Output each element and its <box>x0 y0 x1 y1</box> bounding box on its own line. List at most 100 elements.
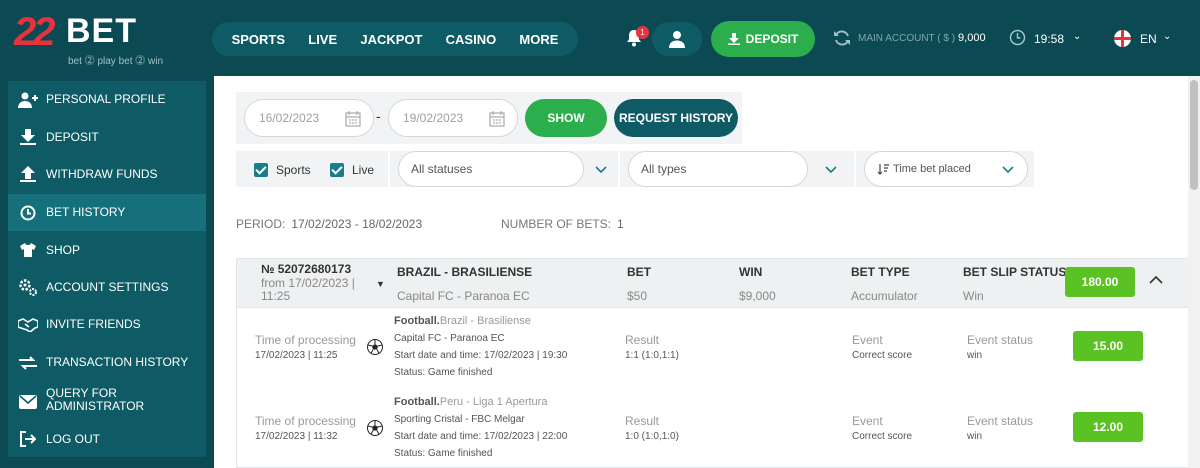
chevron-down-icon[interactable] <box>1002 163 1014 175</box>
sidebar-item-invite-friends[interactable]: INVITE FRIENDS <box>8 306 206 344</box>
status-select[interactable]: All statuses <box>398 151 584 187</box>
user-plus-icon <box>18 90 38 110</box>
match-name: Capital FC - Paranoa EC <box>394 333 505 344</box>
bet-league-label: BRAZIL - BRASILIENSE <box>397 265 533 279</box>
request-history-button[interactable]: REQUEST HISTORY <box>614 99 738 137</box>
current-time[interactable]: 19:58 <box>1034 32 1064 46</box>
logo-number: 22 <box>14 10 55 54</box>
sidebar-item-deposit[interactable]: DEPOSIT <box>8 119 206 156</box>
sidebar-item-label: QUERY FOR ADMINISTRATOR <box>46 386 145 413</box>
show-button[interactable]: SHOW <box>525 99 607 137</box>
bet-match-value: Capital FC - Paranoa EC <box>397 289 530 303</box>
result-value: 1:1 (1:0,1:1) <box>625 350 679 361</box>
event-status-label: Event status <box>967 333 1034 347</box>
clock-icon <box>1009 29 1026 46</box>
sidebar-item-label: BET HISTORY <box>46 205 126 219</box>
chevron-down-icon[interactable] <box>825 163 837 175</box>
league-name: Peru - Liga 1 Apertura <box>439 396 548 408</box>
bet-win-value: $9,000 <box>739 289 776 303</box>
event-odds-badge[interactable]: 15.00 <box>1073 331 1143 361</box>
type-select[interactable]: All types <box>628 151 808 187</box>
date-to-value: 19/02/2023 <box>403 111 464 125</box>
top-header: 22 BET bet ⓶ play bet ⓶ win SPORTS LIVE … <box>0 0 1200 76</box>
sports-checkbox-label[interactable]: Sports <box>276 163 311 177</box>
total-odds-badge[interactable]: 180.00 <box>1065 267 1135 297</box>
date-from-input[interactable]: 16/02/2023 <box>244 99 374 137</box>
nav-sports[interactable]: SPORTS <box>226 32 291 47</box>
logo-tagline: bet ⓶ play bet ⓶ win <box>68 56 164 67</box>
sort-select-wrap: Time bet placed <box>856 151 1034 187</box>
match-name: Sporting Cristal - FBC Melgar <box>394 414 525 425</box>
sidebar-item-label: PERSONAL PROFILE <box>46 92 166 106</box>
event-value: Correct score <box>852 431 913 442</box>
bet-win-label: WIN <box>739 265 763 279</box>
download-icon <box>18 127 38 147</box>
user-icon <box>669 31 685 48</box>
main-nav: SPORTS LIVE JACKPOT CASINO MORE <box>212 22 578 56</box>
sidebar-item-log-out[interactable]: LOG OUT <box>8 421 206 457</box>
league-name: Brazil - Brasiliense <box>439 315 531 327</box>
nav-casino[interactable]: CASINO <box>440 32 503 47</box>
nav-more[interactable]: MORE <box>513 32 564 47</box>
number-of-bets-label: NUMBER OF BETS: <box>501 217 612 231</box>
chevron-down-icon[interactable]: ⌄ <box>1163 31 1171 42</box>
event-label: Event <box>852 333 883 347</box>
sidebar-item-transaction-history[interactable]: TRANSACTION HISTORY <box>8 344 206 381</box>
logo-word: BET <box>66 12 137 50</box>
start-time: Start date and time: 17/02/2023 | 19:30 <box>394 350 568 361</box>
result-label: Result <box>625 333 660 347</box>
main-account-label: MAIN ACCOUNT ( $ ) <box>858 33 956 44</box>
main-account[interactable]: MAIN ACCOUNT ( $ ) 9,000 <box>858 32 986 44</box>
chevron-down-icon[interactable]: ⌄ <box>1073 31 1081 42</box>
event-status-label: Event status <box>967 414 1034 428</box>
calendar-icon[interactable] <box>489 111 505 127</box>
live-checkbox-label[interactable]: Live <box>352 163 374 177</box>
bet-card-header[interactable]: № 52072680173 from 17/02/2023 | 11:25 ▼ … <box>237 259 1200 307</box>
bet-kind-checkboxes: Sports Live <box>236 151 388 187</box>
processing-value: 17/02/2023 | 11:32 <box>255 431 338 442</box>
scrollbar-thumb[interactable] <box>1190 80 1198 190</box>
page-scrollbar[interactable] <box>1188 76 1200 468</box>
exchange-icon <box>18 353 38 373</box>
sidebar-item-shop[interactable]: SHOP <box>8 231 206 269</box>
bet-league-col: BRAZIL - BRASILIENSE Capital FC - Parano… <box>397 265 532 303</box>
deposit-button[interactable]: DEPOSIT <box>711 21 815 57</box>
number-of-bets: NUMBER OF BETS: 1 <box>501 217 624 231</box>
nav-jackpot[interactable]: JACKPOT <box>354 32 428 47</box>
chevron-down-icon[interactable] <box>595 163 607 175</box>
sidebar-item-query-for-administrator[interactable]: QUERY FOR ADMINISTRATOR <box>8 381 206 421</box>
date-from-value: 16/02/2023 <box>259 111 320 125</box>
brand-logo[interactable]: 22 BET bet ⓶ play bet ⓶ win <box>14 10 184 67</box>
logout-icon <box>18 429 38 449</box>
sidebar-item-label: SHOP <box>46 243 81 257</box>
account-balance: 9,000 <box>958 32 986 44</box>
date-to-input[interactable]: 19/02/2023 <box>388 99 518 137</box>
bet-type-value: Accumulator <box>851 289 918 303</box>
sort-icon <box>877 164 889 175</box>
deposit-label: DEPOSIT <box>745 32 799 46</box>
type-select-wrap: All types <box>620 151 854 187</box>
event-odds-badge[interactable]: 12.00 <box>1073 412 1143 442</box>
processing-value: 17/02/2023 | 11:25 <box>255 350 338 361</box>
live-checkbox[interactable] <box>330 163 344 177</box>
number-of-bets-value: 1 <box>617 217 624 231</box>
profile-button[interactable] <box>652 22 702 56</box>
nav-live[interactable]: LIVE <box>302 32 343 47</box>
sidebar-item-personal-profile[interactable]: PERSONAL PROFILE <box>8 81 206 119</box>
bet-placed-time: from 17/02/2023 | 11:25 <box>261 276 355 303</box>
sports-checkbox[interactable] <box>254 163 268 177</box>
event-sport: Football.Brazil - Brasiliense <box>394 315 531 327</box>
caret-down-icon[interactable]: ▼ <box>376 279 385 289</box>
sidebar-item-account-settings[interactable]: ACCOUNT SETTINGS <box>8 269 206 306</box>
sidebar-item-bet-history[interactable]: BET HISTORY <box>8 194 206 231</box>
calendar-icon[interactable] <box>345 111 361 127</box>
chevron-up-icon[interactable] <box>1149 275 1163 285</box>
bet-stake-col: BET $50 <box>627 265 651 303</box>
refresh-icon[interactable] <box>832 28 852 48</box>
england-flag-icon[interactable] <box>1114 30 1131 47</box>
sidebar-item-withdraw-funds[interactable]: WITHDRAW FUNDS <box>8 156 206 194</box>
language-selector[interactable]: EN <box>1140 32 1157 46</box>
gears-icon <box>18 277 38 297</box>
notification-badge: 1 <box>636 26 649 39</box>
processing-label: Time of processing <box>255 333 356 347</box>
